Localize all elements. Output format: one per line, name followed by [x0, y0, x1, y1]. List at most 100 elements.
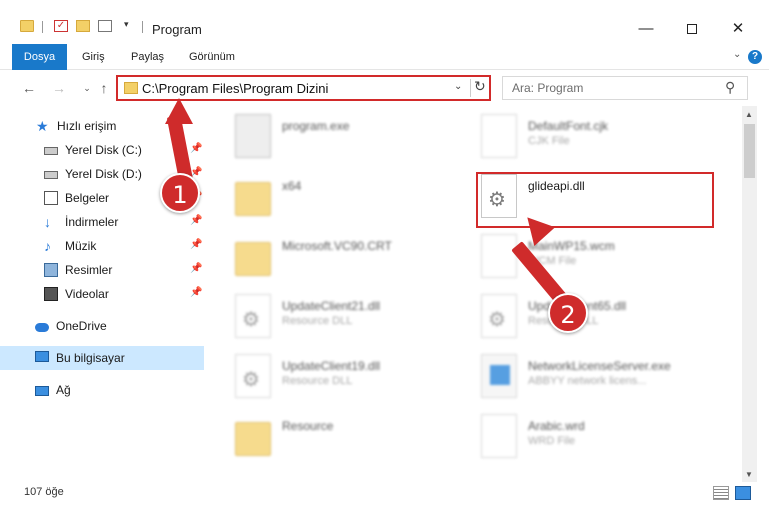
sidebar-item-label: Hızlı erişim	[57, 119, 117, 133]
exe-icon	[481, 354, 517, 398]
large-icons-view-button[interactable]	[735, 486, 751, 500]
recent-locations-button[interactable]: ⌄	[78, 79, 96, 97]
file-name: DefaultFont.cjk	[528, 119, 609, 133]
file-name: x64	[282, 179, 302, 193]
sidebar-item-music[interactable]: ♪ Müzik 📌	[0, 234, 204, 258]
gear-icon: ⚙	[242, 309, 260, 331]
file-list: program.exe DefaultFont.cjk CJK File x64…	[207, 106, 742, 482]
pin-icon[interactable]: 📌	[190, 215, 202, 226]
step-callout-2: 2	[548, 293, 588, 333]
chevron-down-icon[interactable]: ⌄	[454, 81, 462, 92]
network-icon	[35, 386, 49, 396]
sidebar-item-downloads[interactable]: ↓ İndirmeler 📌	[0, 210, 204, 234]
sidebar-item-onedrive[interactable]: OneDrive	[0, 314, 204, 338]
back-button[interactable]: ←	[20, 79, 38, 97]
tab-share[interactable]: Paylaş	[131, 44, 164, 70]
file-item[interactable]: NetworkLicenseServer.exe ABBYY network l…	[481, 350, 721, 406]
help-icon[interactable]: ?	[748, 50, 762, 64]
file-item[interactable]: ⚙ UpdateClient21.dll Resource DLL	[235, 290, 475, 346]
refresh-button[interactable]: ↻	[474, 78, 486, 95]
disk-icon	[44, 147, 58, 155]
scrollbar-thumb[interactable]	[744, 124, 755, 178]
pin-icon[interactable]: 📌	[190, 263, 202, 274]
dll-icon: ⚙	[235, 354, 271, 398]
file-name: Microsoft.VC90.CRT	[282, 239, 392, 253]
chevron-down-icon[interactable]: ⌄	[733, 49, 741, 60]
file-item[interactable]: ⚙ UpdateClient19.dll Resource DLL	[235, 350, 475, 406]
gear-icon: ⚙	[488, 309, 506, 331]
search-input[interactable]: Ara: Program ⚲	[502, 76, 748, 100]
file-name: NetworkLicenseServer.exe	[528, 359, 671, 373]
file-icon	[481, 414, 517, 458]
scroll-down-icon[interactable]: ▼	[745, 470, 753, 479]
tab-home[interactable]: Giriş	[82, 44, 105, 70]
sidebar-item-network[interactable]: Ağ	[0, 378, 204, 402]
sidebar-item-videos[interactable]: Videolar 📌	[0, 282, 204, 306]
sidebar-item-label: Yerel Disk (D:)	[65, 167, 142, 181]
up-button[interactable]: ↑	[95, 79, 113, 97]
vertical-scrollbar[interactable]: ▲ ▼	[742, 106, 757, 482]
tab-view[interactable]: Görünüm	[189, 44, 235, 70]
file-item[interactable]: ⚙ UpdateClient65.dll Resource DLL	[481, 290, 721, 346]
folder-icon	[124, 82, 138, 94]
videos-icon	[44, 287, 58, 301]
tab-file[interactable]: Dosya	[12, 44, 67, 70]
pin-icon[interactable]: 📌	[190, 287, 202, 298]
properties-icon[interactable]	[98, 20, 112, 32]
annotation-arrow-head	[165, 98, 193, 124]
forward-button[interactable]: →	[50, 79, 68, 97]
computer-icon	[35, 351, 49, 362]
file-item[interactable]: Arabic.wrd WRD File	[481, 410, 721, 466]
sidebar-item-pictures[interactable]: Resimler 📌	[0, 258, 204, 282]
file-name: Resource	[282, 419, 334, 433]
details-view-button[interactable]	[713, 486, 729, 500]
pictures-icon	[44, 263, 58, 277]
folder-icon	[235, 422, 271, 456]
ribbon: Dosya Giriş Paylaş Görünüm ⌄ ?	[0, 44, 769, 70]
close-button[interactable]: ✕	[715, 14, 761, 44]
file-type: Resource DLL	[282, 375, 353, 387]
sidebar-item-label: İndirmeler	[65, 215, 119, 229]
file-name: program.exe	[282, 119, 350, 133]
folder-item[interactable]: Microsoft.VC90.CRT	[235, 230, 475, 286]
folder-item[interactable]: Resource	[235, 410, 475, 466]
file-item[interactable]: program.exe	[235, 110, 475, 166]
sidebar-item-label: Resimler	[65, 263, 113, 277]
music-icon: ♪	[44, 238, 51, 254]
cloud-icon	[35, 323, 49, 332]
highlight-box	[476, 172, 714, 228]
quick-access-dropdown-icon[interactable]: ▾	[124, 19, 129, 30]
status-bar: 107 öğe	[0, 482, 769, 512]
scroll-up-icon[interactable]: ▲	[745, 110, 753, 119]
item-count: 107 öğe	[24, 486, 64, 498]
sidebar-item-this-pc[interactable]: Bu bilgisayar	[0, 346, 204, 370]
pin-icon[interactable]: 📌	[190, 143, 202, 154]
file-icon	[481, 234, 517, 278]
minimize-button[interactable]: —	[623, 14, 669, 44]
address-path[interactable]: C:\Program Files\Program Dizini	[142, 81, 328, 96]
separator	[470, 79, 471, 97]
folder-icon	[235, 182, 271, 216]
star-icon: ★	[36, 118, 49, 134]
folder-icon[interactable]	[20, 20, 34, 32]
documents-icon	[44, 191, 58, 205]
file-type: CJK File	[528, 135, 570, 147]
properties-check-icon[interactable]: ✓	[54, 20, 68, 32]
app-window-icon	[490, 365, 510, 385]
file-item[interactable]: DefaultFont.cjk CJK File	[481, 110, 721, 166]
maximize-button[interactable]	[669, 14, 715, 44]
pin-icon[interactable]: 📌	[190, 239, 202, 250]
disk-icon	[44, 171, 58, 179]
maximize-icon	[687, 24, 697, 35]
sidebar-item-label: Videolar	[65, 287, 109, 301]
search-placeholder: Ara: Program	[512, 81, 584, 95]
file-name: Arabic.wrd	[528, 419, 585, 433]
gear-icon: ⚙	[242, 369, 260, 391]
new-folder-icon[interactable]	[76, 20, 90, 32]
sidebar-item-label: Müzik	[65, 239, 97, 253]
sidebar-item-label: OneDrive	[56, 319, 107, 333]
search-icon[interactable]: ⚲	[725, 79, 735, 96]
folder-item[interactable]: x64	[235, 170, 475, 226]
separator	[142, 21, 143, 33]
dll-icon: ⚙	[481, 294, 517, 338]
